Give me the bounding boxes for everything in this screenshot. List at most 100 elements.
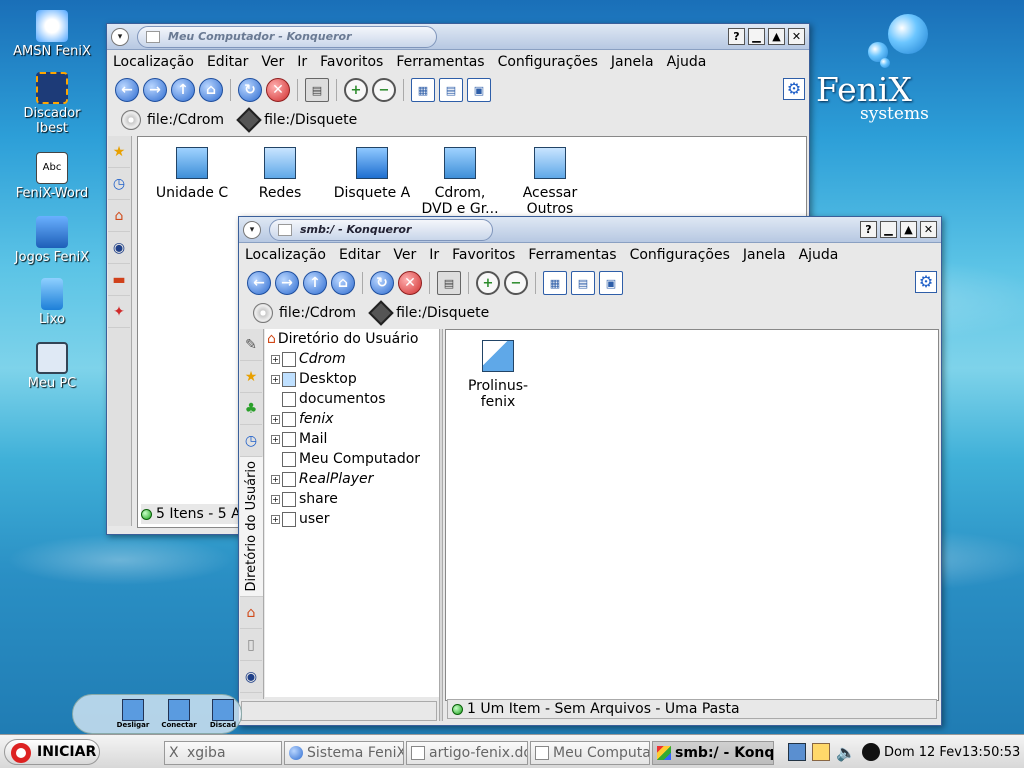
bookmarks-tab[interactable]: ★ xyxy=(240,361,262,393)
menu-localizacao[interactable]: Localização xyxy=(113,54,194,70)
forward-icon[interactable]: → xyxy=(143,78,167,102)
menu-ir[interactable]: Ir xyxy=(429,247,439,263)
home-tab[interactable]: ⌂ xyxy=(240,597,262,629)
notes-tab[interactable]: ▯ xyxy=(240,629,262,661)
titlebar[interactable]: ▾ smb:/ - Konqueror ? ▁ ▲ ✕ xyxy=(239,217,941,243)
stop-icon[interactable]: ✕ xyxy=(398,271,422,295)
panel-splitter[interactable] xyxy=(439,329,443,721)
menu-janela[interactable]: Janela xyxy=(611,54,654,70)
desktop-icon-amsn[interactable]: AMSN FeniX xyxy=(4,10,100,59)
home-icon[interactable]: ⌂ xyxy=(331,271,355,295)
desktop-icon-computer[interactable]: Meu PC xyxy=(4,342,100,391)
expand-icon[interactable]: + xyxy=(271,354,280,364)
menu-ver[interactable]: Ver xyxy=(393,247,416,263)
menu-ferramentas[interactable]: Ferramentas xyxy=(396,54,484,70)
zoom-out-icon[interactable]: − xyxy=(504,271,528,295)
help-button[interactable]: ? xyxy=(728,28,745,45)
icon-view-icon[interactable]: ▦ xyxy=(543,271,567,295)
menu-favoritos[interactable]: Favoritos xyxy=(320,54,383,70)
file-view[interactable]: Prolinus- fenix xyxy=(445,329,939,701)
print-icon[interactable]: ▤ xyxy=(305,78,329,102)
clock[interactable]: Dom 12 Fev13:50:53 xyxy=(884,745,1020,760)
expand-icon[interactable]: + xyxy=(271,374,280,384)
menu-ajuda[interactable]: Ajuda xyxy=(799,247,839,263)
file-item-unidade-c[interactable]: Unidade C xyxy=(142,147,242,201)
task-xgiba[interactable]: X xgiba xyxy=(164,741,282,765)
desktop-icon-word[interactable]: Abc FeniX-Word xyxy=(4,152,100,201)
quick-launch-connect[interactable]: Conectar xyxy=(159,699,199,729)
task-smb-konqueror[interactable]: smb:/ - Konq xyxy=(652,741,774,765)
menu-localizacao[interactable]: Localização xyxy=(245,247,326,263)
history-tab[interactable]: ◷ xyxy=(240,425,262,457)
location-cdrom[interactable]: file:/Cdrom xyxy=(147,112,224,128)
location-cdrom[interactable]: file:/Cdrom xyxy=(279,305,356,321)
zoom-out-icon[interactable]: − xyxy=(372,78,396,102)
desktop-icon-dialer[interactable]: Discador Ibest xyxy=(4,72,100,136)
task-sistema-fenix[interactable]: Sistema FeniX xyxy=(284,741,404,765)
history-tab[interactable]: ◷ xyxy=(108,168,130,200)
konqueror-window-front[interactable]: ▾ smb:/ - Konqueror ? ▁ ▲ ✕ Localização … xyxy=(238,216,942,726)
reload-icon[interactable]: ↻ xyxy=(370,271,394,295)
up-icon[interactable]: ↑ xyxy=(171,78,195,102)
window-menu-button[interactable]: ▾ xyxy=(243,221,261,239)
image-view-icon[interactable]: ▣ xyxy=(599,271,623,295)
tree-item-desktop[interactable]: + Desktop xyxy=(265,369,439,389)
network-tab[interactable]: ◉ xyxy=(108,232,130,264)
location-floppy[interactable]: file:/Disquete xyxy=(264,112,357,128)
network-tray-icon[interactable] xyxy=(788,743,806,761)
menu-ferramentas[interactable]: Ferramentas xyxy=(528,247,616,263)
menu-ajuda[interactable]: Ajuda xyxy=(667,54,707,70)
back-icon[interactable]: ← xyxy=(247,271,271,295)
tree-item-cdrom[interactable]: + Cdrom xyxy=(265,349,439,369)
file-item-prolinus-fenix[interactable]: Prolinus- fenix xyxy=(448,340,548,410)
tree-item-fenix[interactable]: + fenix xyxy=(265,409,439,429)
expand-icon[interactable]: + xyxy=(271,474,280,484)
menu-editar[interactable]: Editar xyxy=(339,247,380,263)
maximize-button[interactable]: ▲ xyxy=(768,28,785,45)
expand-icon[interactable]: + xyxy=(271,494,280,504)
help-button[interactable]: ? xyxy=(860,221,877,238)
tree-item-documentos[interactable]: documentos xyxy=(265,389,439,409)
volume-icon[interactable]: 🔈 xyxy=(836,743,856,762)
gear-icon[interactable]: ⚙ xyxy=(783,78,805,100)
file-item-redes[interactable]: Redes xyxy=(230,147,330,201)
forward-icon[interactable]: → xyxy=(275,271,299,295)
quick-launch-shutdown[interactable]: Desligar xyxy=(113,699,153,729)
task-meu-computador[interactable]: Meu Computa xyxy=(530,741,650,765)
start-button[interactable]: INICIAR xyxy=(4,739,100,765)
expand-icon[interactable]: + xyxy=(271,414,280,424)
stop-icon[interactable]: ✕ xyxy=(266,78,290,102)
reload-icon[interactable]: ↻ xyxy=(238,78,262,102)
devices-tab[interactable]: ♣ xyxy=(240,393,262,425)
desktop-icon-trash[interactable]: Lixo xyxy=(4,278,100,327)
menu-configuracoes[interactable]: Configurações xyxy=(498,54,598,70)
configure-tab[interactable]: ✎ xyxy=(240,329,262,361)
tree-item-meu-computador[interactable]: Meu Computador xyxy=(265,449,439,469)
image-view-icon[interactable]: ▣ xyxy=(467,78,491,102)
zoom-in-icon[interactable]: + xyxy=(476,271,500,295)
menu-configuracoes[interactable]: Configurações xyxy=(630,247,730,263)
expand-icon[interactable]: + xyxy=(271,434,280,444)
update-tray-icon[interactable] xyxy=(812,743,830,761)
print-icon[interactable]: ▤ xyxy=(437,271,461,295)
bomb-icon[interactable] xyxy=(861,743,880,761)
location-floppy[interactable]: file:/Disquete xyxy=(396,305,489,321)
minimize-button[interactable]: ▁ xyxy=(880,221,897,238)
home-tab[interactable]: ⌂ xyxy=(108,200,130,232)
menu-editar[interactable]: Editar xyxy=(207,54,248,70)
tree-item-mail[interactable]: + Mail xyxy=(265,429,439,449)
network-tab[interactable]: ◉ xyxy=(240,661,262,693)
pin-tab[interactable]: ✦ xyxy=(108,296,130,328)
desktop-icon-games[interactable]: Jogos FeniX xyxy=(4,216,100,265)
file-item-cdrom[interactable]: Cdrom, DVD e Gr... xyxy=(410,147,510,217)
tree-item-realplayer[interactable]: + RealPlayer xyxy=(265,469,439,489)
home-folder-tab[interactable]: Diretório do Usuário xyxy=(240,457,263,597)
menu-janela[interactable]: Janela xyxy=(743,247,786,263)
close-button[interactable]: ✕ xyxy=(788,28,805,45)
task-artigo-fenix[interactable]: artigo-fenix.do xyxy=(406,741,528,765)
icon-view-icon[interactable]: ▦ xyxy=(411,78,435,102)
tree-view-icon[interactable]: ▤ xyxy=(439,78,463,102)
menu-favoritos[interactable]: Favoritos xyxy=(452,247,515,263)
zoom-in-icon[interactable]: + xyxy=(344,78,368,102)
quick-launch-dialer[interactable]: Discad xyxy=(203,699,243,729)
